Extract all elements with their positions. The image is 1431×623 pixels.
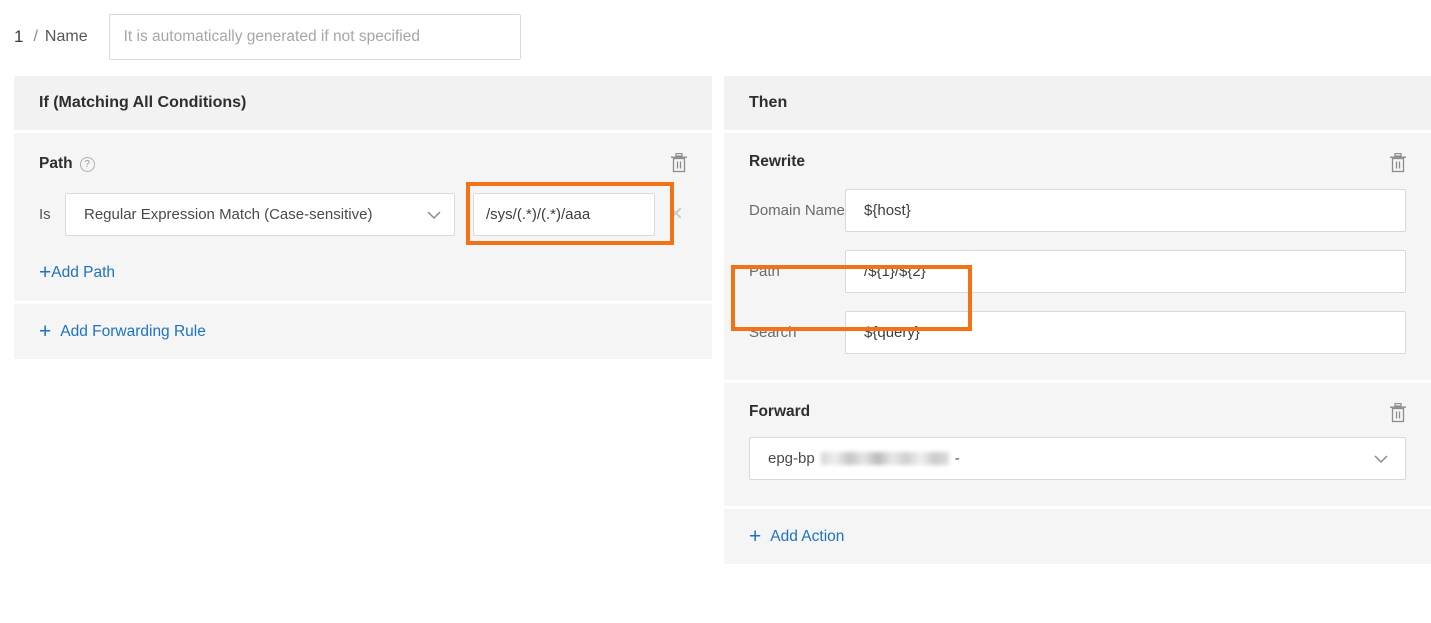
rewrite-path-label: Path [749, 263, 780, 280]
question-circle-icon[interactable]: ? [79, 156, 95, 172]
rewrite-search-value: ${query} [864, 324, 920, 341]
delete-condition-button[interactable] [670, 152, 688, 173]
forward-section: Forward epg-bp - [724, 383, 1431, 506]
chevron-down-icon [427, 210, 441, 219]
delete-forward-button[interactable] [1389, 402, 1407, 423]
rewrite-domain-name-row: Domain Name ${host} [749, 189, 1406, 232]
forward-target-suffix: - [954, 450, 960, 467]
if-panel-title: If (Matching All Conditions) [39, 94, 247, 111]
condition-row: Is Regular Expression Match (Case-sensit… [39, 193, 687, 236]
rewrite-search-label: Search [749, 324, 797, 341]
match-type-value: Regular Expression Match (Case-sensitive… [84, 206, 373, 223]
rewrite-path-row: Path /${1}/${2} [749, 250, 1406, 293]
then-panel-title: Then [749, 94, 788, 111]
then-panel-header: Then [724, 76, 1431, 130]
add-path-button[interactable]: + Add Path [39, 262, 687, 283]
rewrite-section: Rewrite Domain Name ${host} Path /${1}/$… [724, 133, 1431, 380]
rewrite-title: Rewrite [749, 153, 805, 170]
chevron-down-icon [1374, 454, 1388, 463]
add-forwarding-rule-section: + Add Forwarding Rule [14, 304, 712, 359]
rewrite-domain-name-value: ${host} [864, 202, 911, 219]
forward-target-value: epg-bp - [768, 450, 960, 467]
rule-editor-page: 1 / Name It is automatically generated i… [0, 0, 1431, 623]
rule-name-input[interactable]: It is automatically generated if not spe… [108, 13, 521, 60]
condition-operator-label: Is [39, 206, 51, 223]
rewrite-path-value: /${1}/${2} [864, 263, 926, 280]
rewrite-path-input[interactable]: /${1}/${2} [845, 250, 1406, 293]
delete-rewrite-button[interactable] [1389, 152, 1407, 173]
rule-name-label: Name [44, 27, 88, 45]
rewrite-search-row: Search ${query} [749, 311, 1406, 354]
path-condition-title: Path ? [39, 155, 687, 173]
rewrite-search-input[interactable]: ${query} [845, 311, 1406, 354]
add-forwarding-rule-label: Add Forwarding Rule [60, 322, 206, 340]
path-label: Path [39, 155, 73, 172]
rewrite-domain-name-input[interactable]: ${host} [845, 189, 1406, 232]
rule-name-placeholder: It is automatically generated if not spe… [123, 27, 420, 45]
add-path-label: Add Path [51, 263, 116, 281]
if-panel-header: If (Matching All Conditions) [14, 76, 712, 130]
match-type-select[interactable]: Regular Expression Match (Case-sensitive… [65, 193, 455, 236]
rewrite-domain-name-label: Domain Name [749, 202, 845, 219]
if-panel: If (Matching All Conditions) Path ? Is R… [14, 76, 712, 359]
rule-separator: / [33, 27, 38, 45]
match-value-text: /sys/(.*)/(.*)/aaa [486, 206, 591, 223]
remove-match-value-icon[interactable]: ✕ [665, 205, 687, 224]
forward-target-prefix: epg-bp [768, 450, 815, 467]
add-path-section: + Add Path [14, 262, 712, 301]
add-action-button[interactable]: + Add Action [749, 526, 1406, 547]
rule-index: 1 [14, 26, 24, 46]
then-panel: Then Rewrite Domain Name ${host} Path /$… [724, 76, 1431, 564]
rule-name-row: 1 / Name It is automatically generated i… [0, 0, 1431, 73]
add-action-label: Add Action [770, 527, 845, 545]
plus-icon: + [749, 525, 762, 548]
plus-icon: + [39, 320, 52, 343]
plus-icon: + [39, 261, 52, 284]
match-value-input[interactable]: /sys/(.*)/(.*)/aaa [473, 193, 655, 236]
path-condition-section: Path ? Is Regular Expression Match (Case… [14, 133, 712, 262]
forward-title: Forward [749, 403, 811, 420]
add-action-section: + Add Action [724, 509, 1431, 564]
redacted-text [820, 452, 949, 465]
add-forwarding-rule-button[interactable]: + Add Forwarding Rule [39, 321, 687, 342]
forward-target-select[interactable]: epg-bp - [749, 437, 1406, 480]
